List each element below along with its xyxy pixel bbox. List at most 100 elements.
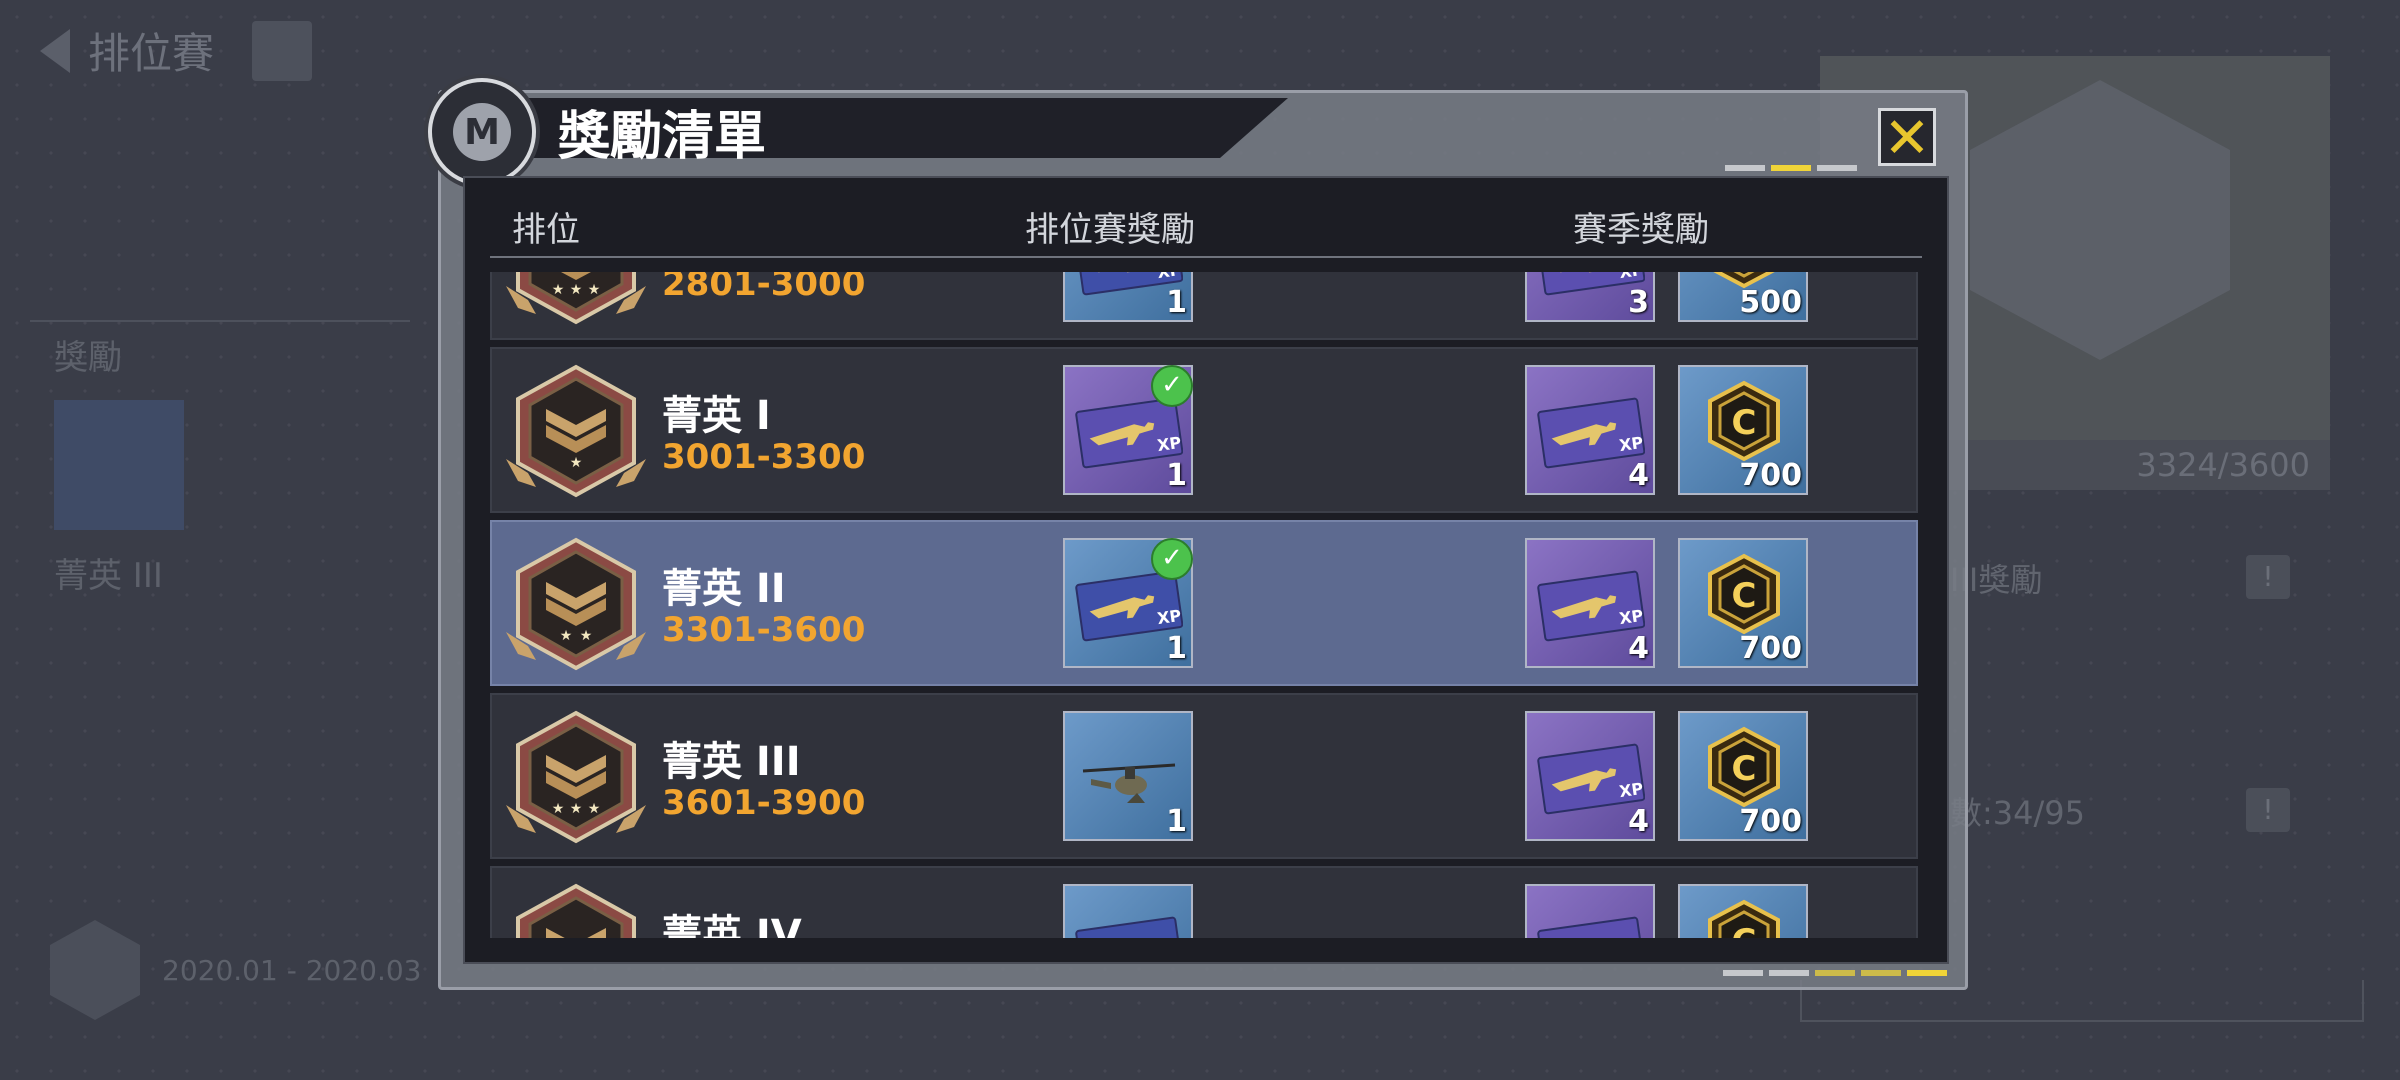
xp-card-icon: XP	[1537, 908, 1646, 938]
indicator-dot	[1815, 970, 1855, 976]
reward-row[interactable]: ★ ★ 菁英 II 3301-3600 XP 1 ✓ XP 4 C 700	[490, 520, 1918, 686]
reward-count: 500	[1739, 285, 1802, 320]
header-rank: 排位	[512, 210, 580, 250]
season-reward-tile[interactable]: C	[1678, 884, 1808, 938]
reward-row[interactable]: ★ 菁英 I 3001-3300 XP 1 ✓ XP 4 C 700	[490, 347, 1918, 513]
xp-card-icon: XP	[1075, 908, 1184, 938]
cp-coin-icon: C	[1702, 552, 1786, 636]
ranked-reward-tile[interactable]: XP 1 ✓	[1063, 365, 1193, 495]
modal-title: 獎勵清單	[558, 107, 767, 167]
rank-badge-icon: ★ ★ ★	[506, 272, 646, 328]
rank-score-range: 3601-3900	[662, 783, 866, 823]
svg-text:XP: XP	[1618, 606, 1645, 628]
svg-text:C: C	[1732, 576, 1757, 616]
svg-text:★: ★	[570, 455, 583, 471]
season-reward-tile[interactable]: XP 4	[1525, 538, 1655, 668]
rank-score-range: 2801-3000	[662, 272, 866, 304]
season-reward-tile[interactable]: XP 4	[1525, 365, 1655, 495]
season-reward-tile[interactable]: XP 3	[1525, 272, 1655, 322]
reward-count: 4	[1628, 458, 1649, 493]
title-emblem-inner: M	[453, 103, 511, 161]
reward-count: 1	[1166, 631, 1187, 666]
rank-score-range: 3001-3300	[662, 437, 866, 477]
info-icon: !	[2246, 788, 2290, 832]
background-header: 排位賽	[40, 20, 313, 81]
header-ranked-rewards: 排位賽獎勵	[1025, 210, 1195, 250]
svg-text:★: ★	[580, 628, 593, 644]
rank-badge-icon: ★★★★	[506, 882, 646, 938]
back-arrow-icon	[40, 28, 70, 73]
close-button[interactable]: ✕	[1878, 108, 1936, 167]
rank-badge-icon: ★	[506, 363, 646, 501]
indicator-dot	[1769, 970, 1809, 976]
reward-table: 排位 排位賽獎勵 賽季獎勵 ★★★ 2801-3000 XP 1 XP	[463, 176, 1949, 964]
background-rewards-label: 獎勵	[54, 338, 122, 378]
indicator-dot	[1725, 165, 1765, 171]
svg-text:★: ★	[552, 282, 565, 298]
reward-row[interactable]: ★★★★ 菁英 IV XP XP C	[490, 866, 1918, 938]
info-icon: !	[2246, 555, 2290, 599]
reward-count: 4	[1628, 631, 1649, 666]
close-icon[interactable]: ✕	[1884, 106, 1931, 171]
season-reward-tile[interactable]: C 500	[1678, 272, 1808, 322]
season-reward-tile[interactable]: XP 4	[1525, 711, 1655, 841]
reward-count: 700	[1739, 804, 1802, 839]
background-rewards-row: III獎勵 !	[1950, 555, 2290, 601]
rank-name: 菁英 IV	[662, 912, 802, 938]
rank-score-range: 3301-3600	[662, 610, 866, 650]
background-rank-label: 菁英 III	[54, 556, 163, 596]
season-badge-icon	[50, 920, 140, 1020]
reward-row[interactable]: ★ ★ ★ 菁英 III 3601-3900 1 XP 4 C 700	[490, 693, 1918, 859]
ranked-reward-tile[interactable]: 1	[1063, 711, 1193, 841]
svg-text:★: ★	[588, 801, 601, 817]
reward-count: 700	[1739, 631, 1802, 666]
season-reward-tile[interactable]: C 700	[1678, 538, 1808, 668]
svg-text:C: C	[1732, 922, 1757, 938]
reward-count: 1	[1166, 804, 1187, 839]
svg-text:★: ★	[570, 801, 583, 817]
svg-text:C: C	[1732, 403, 1757, 443]
rank-badge-icon: ★ ★ ★	[506, 709, 646, 847]
cp-coin-icon: C	[1702, 898, 1786, 938]
svg-text:★: ★	[552, 801, 565, 817]
claimed-check-icon: ✓	[1151, 538, 1193, 580]
rank-badge-icon: ★ ★	[506, 536, 646, 674]
reward-count: 3	[1628, 285, 1649, 320]
progress-text: 3324/3600	[2136, 446, 2310, 484]
ranked-reward-tile[interactable]: XP 1	[1063, 272, 1193, 322]
cp-coin-icon: C	[1702, 725, 1786, 809]
background-icon	[252, 20, 313, 81]
svg-text:C: C	[1732, 749, 1757, 789]
rank-name: 菁英 II	[662, 566, 786, 612]
rank-name: 菁英 III	[662, 739, 801, 785]
ranked-reward-tile[interactable]: XP	[1063, 884, 1193, 938]
season-dates: 2020.01 - 2020.03	[162, 953, 422, 987]
season-reward-tile[interactable]: XP	[1525, 884, 1655, 938]
page-indicator-top	[1725, 165, 1857, 171]
reward-rows-scroll[interactable]: ★★★ 2801-3000 XP 1 XP 3 C 500	[490, 272, 1918, 938]
svg-text:★: ★	[560, 628, 573, 644]
reward-row[interactable]: ★ ★ ★ 2801-3000 XP 1 XP 3 C 500	[490, 272, 1918, 340]
claimed-check-icon: ✓	[1151, 365, 1193, 407]
season-reward-tile[interactable]: C 700	[1678, 365, 1808, 495]
header-divider	[490, 256, 1922, 258]
table-header: 排位 排位賽獎勵 賽季獎勵	[465, 178, 1947, 264]
reward-list-modal: M 獎勵清單 ✕ 排位 排位賽獎勵 賽季獎勵 ★★★ 2801-3000 XP	[428, 78, 1968, 990]
background-title: 排位賽	[88, 29, 215, 78]
indicator-dot-active	[1771, 165, 1811, 171]
reward-count: 700	[1739, 458, 1802, 493]
background-count-text: 數:34/95	[1950, 794, 2086, 832]
indicator-dot-active	[1907, 970, 1947, 976]
title-emblem-icon: M	[428, 78, 536, 186]
svg-text:XP: XP	[1156, 606, 1183, 628]
reward-count: 1	[1166, 285, 1187, 320]
rank-name: 菁英 I	[662, 393, 771, 439]
svg-text:★: ★	[570, 282, 583, 298]
page-indicator-bottom	[1723, 970, 1947, 976]
cp-coin-icon: C	[1702, 379, 1786, 463]
background-season: 2020.01 - 2020.03	[50, 920, 421, 1020]
indicator-dot	[1861, 970, 1901, 976]
svg-text:XP: XP	[1156, 433, 1183, 455]
season-reward-tile[interactable]: C 700	[1678, 711, 1808, 841]
ranked-reward-tile[interactable]: XP 1 ✓	[1063, 538, 1193, 668]
